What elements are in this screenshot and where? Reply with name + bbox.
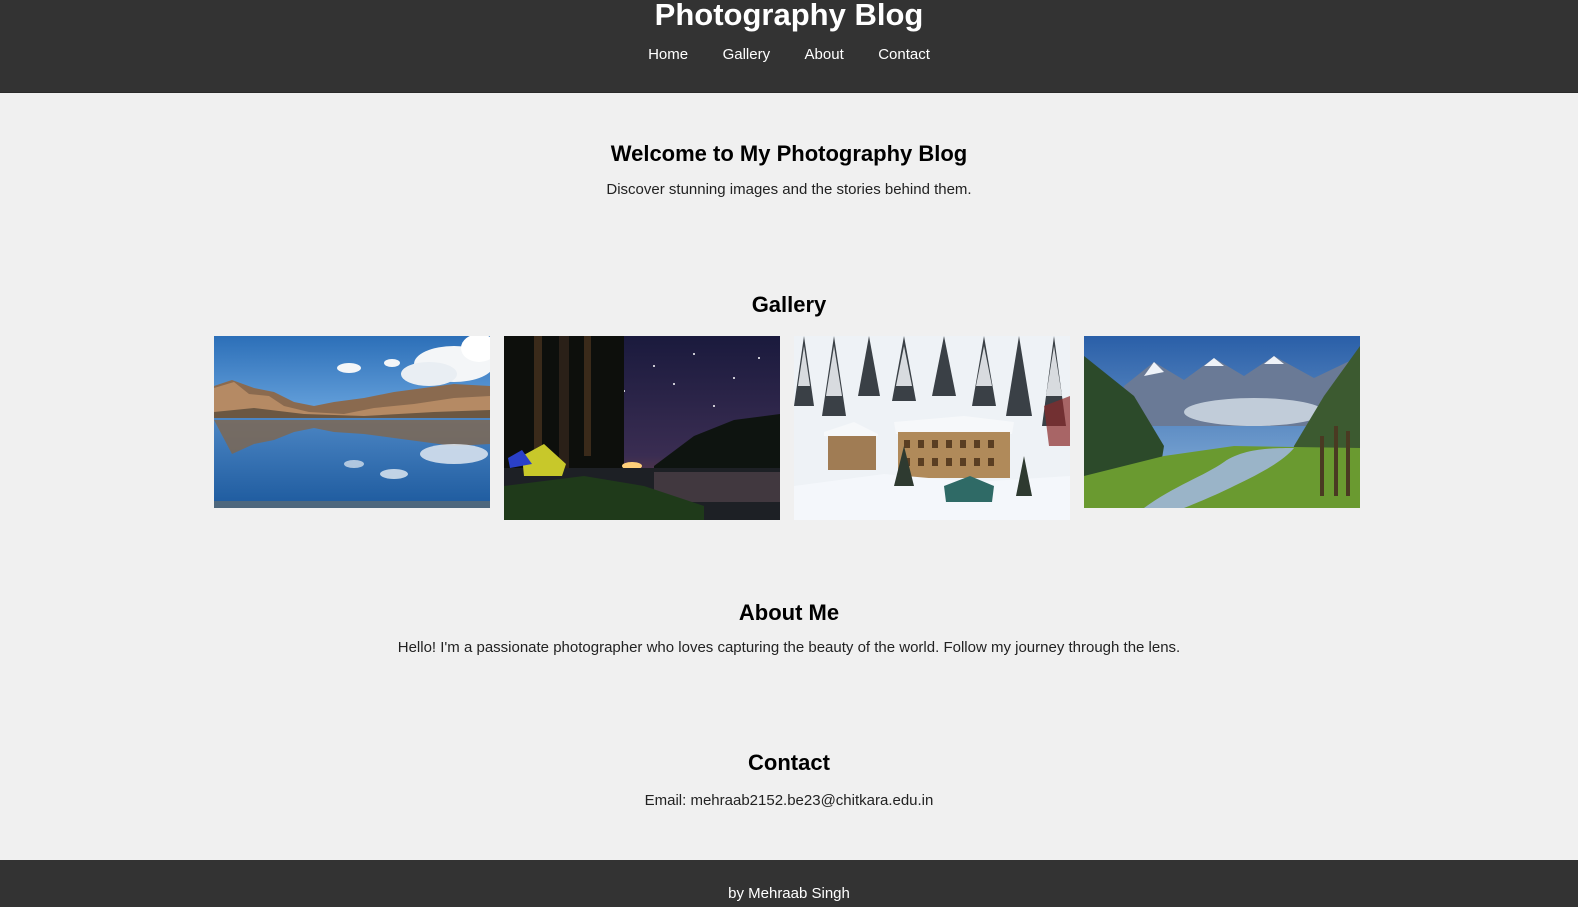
nav-link-about[interactable]: About [805, 45, 844, 65]
site-footer: by Mehraab Singh [0, 860, 1578, 907]
photo-night-camping-lake[interactable] [504, 336, 780, 520]
site-header: Photography Blog Home Gallery About Cont… [0, 0, 1578, 93]
photo-mountain-lake-reflection[interactable] [214, 336, 490, 508]
nav-link-home[interactable]: Home [648, 45, 688, 65]
nav-link-contact[interactable]: Contact [878, 45, 930, 65]
main-nav: Home Gallery About Contact [0, 45, 1578, 65]
site-title: Photography Blog [654, 0, 924, 32]
gallery-heading: Gallery [751, 292, 827, 317]
contact-heading: Contact [748, 750, 830, 775]
photo-green-valley-river[interactable] [1084, 336, 1360, 508]
about-heading: About Me [738, 600, 840, 625]
contact-email: Email: mehraab2152.be23@chitkara.edu.in [644, 792, 934, 809]
welcome-section: Welcome to My Photography Blog Discover … [0, 140, 1578, 199]
welcome-heading: Welcome to My Photography Blog [610, 141, 968, 166]
about-section: About Me Hello! I'm a passionate photogr… [0, 599, 1578, 657]
photo-grid [214, 336, 1366, 526]
nav-link-gallery[interactable]: Gallery [723, 45, 771, 65]
contact-section: Contact Email: mehraab2152.be23@chitkara… [0, 749, 1578, 810]
about-text: Hello! I'm a passionate photographer who… [397, 639, 1181, 656]
gallery-section: Gallery [0, 291, 1578, 520]
welcome-text: Discover stunning images and the stories… [606, 181, 972, 198]
footer-credit: by Mehraab Singh [728, 885, 850, 902]
photo-snowy-hotel-forest[interactable] [794, 336, 1070, 520]
